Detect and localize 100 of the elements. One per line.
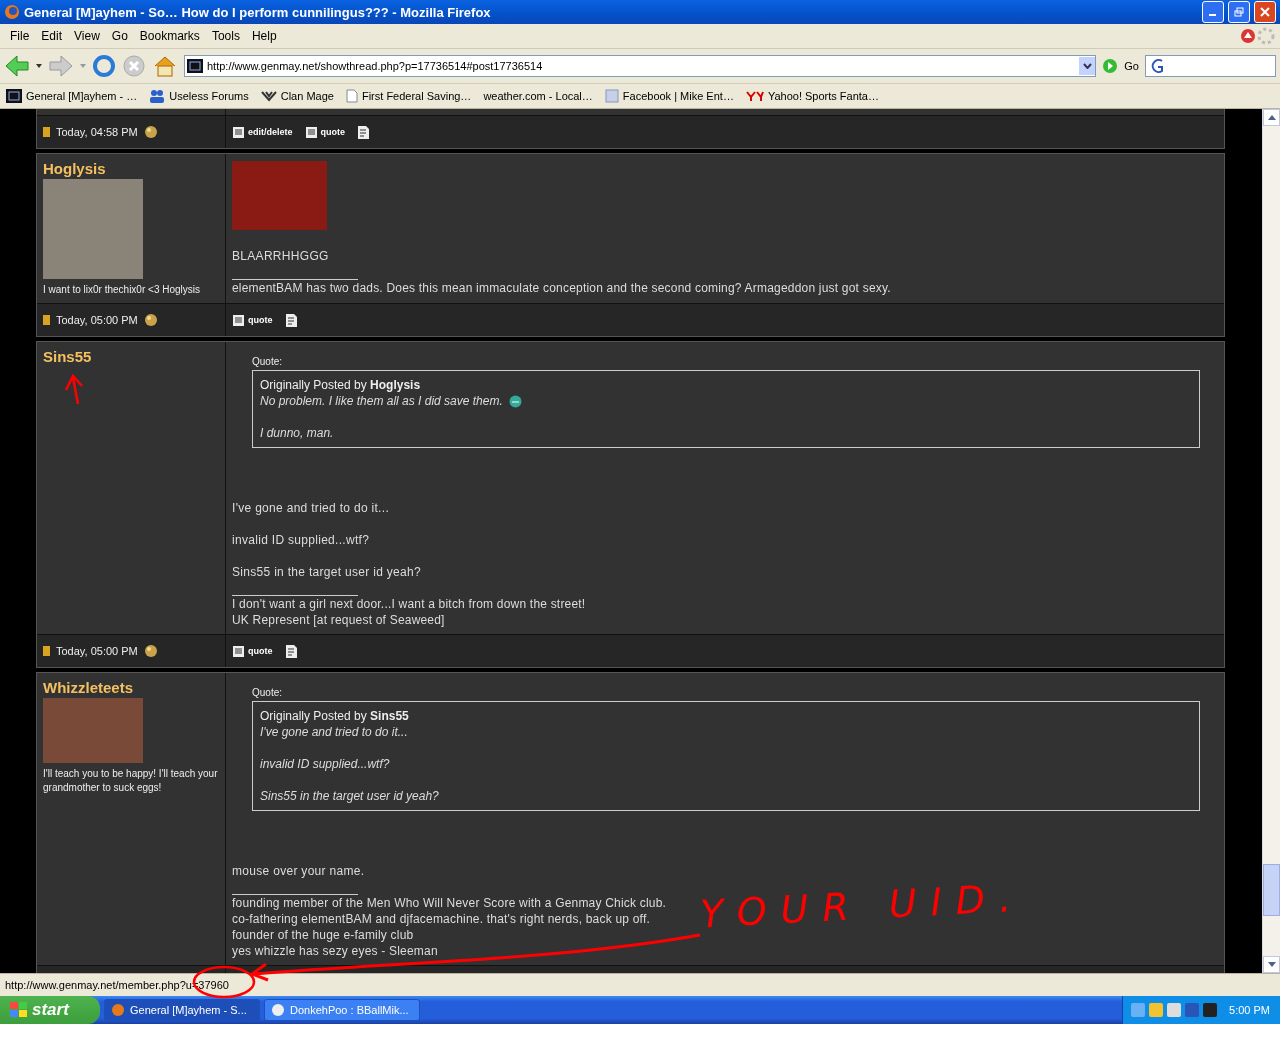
post-icon xyxy=(43,315,50,325)
bookmark-link[interactable]: Clan Mage xyxy=(280,90,334,102)
username-link[interactable]: Whizzleteets xyxy=(43,679,133,696)
quote-text: Sins55 in the target user id yeah? xyxy=(260,788,439,804)
username-link[interactable]: Hoglysis xyxy=(43,160,106,177)
post-action-link[interactable]: edit/delete xyxy=(232,125,293,139)
quote-text: invalid ID supplied...wtf? xyxy=(260,756,390,772)
ip-icon xyxy=(143,644,158,658)
tray-icon[interactable] xyxy=(1167,1003,1182,1017)
username-link[interactable]: Sins55 xyxy=(43,348,92,365)
restore-icon xyxy=(1234,7,1244,17)
close-button[interactable] xyxy=(1254,1,1276,23)
menu-item[interactable]: File xyxy=(4,29,36,43)
minimize-button[interactable] xyxy=(1202,1,1224,23)
window-title: General [M]ayhem - So… How do I perform cunnilingus??? - Mozilla Firefox xyxy=(24,4,492,20)
post-action-link[interactable]: quote xyxy=(304,125,345,139)
arrow-up-icon xyxy=(1267,115,1276,120)
site-icon[interactable] xyxy=(6,89,22,103)
yahoo-logo-icon[interactable] xyxy=(745,90,764,102)
restore-button[interactable] xyxy=(1228,1,1250,23)
menu-item[interactable]: Tools xyxy=(205,29,246,43)
user-title: I'll teach you to be happy! I'll teach your grandmother to suck eggs! xyxy=(43,767,219,795)
people-icon[interactable] xyxy=(149,89,166,103)
signature-text: co-fathering elementBAM and djfacemachine. that's right nerds, back up off. xyxy=(232,911,650,927)
quote-label: Quote: xyxy=(252,356,283,367)
post-date: Today, 05:00 PM xyxy=(56,314,138,326)
stop-button[interactable] xyxy=(122,54,146,78)
dropdown-button[interactable] xyxy=(1079,57,1096,75)
bookmark-link[interactable]: First Federal Saving… xyxy=(361,90,472,102)
post-text: I've gone and tried to do it... xyxy=(232,500,391,516)
bookmark-link[interactable]: Facebook | Mike Ent… xyxy=(622,90,734,102)
post-text: invalid ID supplied...wtf? xyxy=(232,532,371,548)
post-date: Today, 04:58 PM xyxy=(56,126,138,138)
scroll-up-button[interactable] xyxy=(1263,109,1280,126)
bookmark-link[interactable]: Yahoo! Sports Fanta… xyxy=(767,90,879,102)
back-button[interactable] xyxy=(4,54,30,78)
update-icon[interactable] xyxy=(1240,28,1256,44)
signature-text: elementBAM has two dads. Does this mean immaculate conception and the second coming? Armageddon just got sexy. xyxy=(232,280,891,296)
multi-quote-icon[interactable] xyxy=(284,643,299,659)
signature-text: founder of the huge e-family club xyxy=(232,927,414,943)
menu-item[interactable]: Go xyxy=(105,29,134,43)
page-icon[interactable] xyxy=(345,89,358,103)
go-icon[interactable] xyxy=(1102,58,1119,74)
ip-icon xyxy=(143,313,158,327)
scrollbar-thumb[interactable] xyxy=(1263,864,1280,916)
address-field[interactable]: http://www.genmay.net/showthread.php?p=17736514#post17736514 xyxy=(184,55,1097,77)
ip-icon xyxy=(143,125,158,139)
throbber-icon xyxy=(1256,26,1276,46)
menu-item[interactable]: View xyxy=(68,29,106,43)
page-icon xyxy=(304,125,319,139)
quote-author: Originally Posted by Sins55 xyxy=(260,708,410,724)
post-text: mouse over your name. xyxy=(232,863,365,879)
tray-icon[interactable] xyxy=(1149,1003,1164,1017)
clock: 5:00 PM xyxy=(1229,1004,1270,1016)
chevron-down-icon xyxy=(1082,63,1092,69)
quote-text: I dunno, man. xyxy=(260,425,334,441)
post-action-link[interactable]: quote xyxy=(232,644,273,658)
post-date: Today, 05:00 PM xyxy=(56,645,138,657)
app-icon xyxy=(111,1003,125,1017)
go-button[interactable]: Go xyxy=(1124,60,1139,72)
tray-icon[interactable] xyxy=(1203,1003,1218,1017)
quote-author: Originally Posted by Hoglysis xyxy=(260,377,422,393)
dropdown-icon[interactable] xyxy=(36,64,42,68)
bookmark-link[interactable]: Useless Forums xyxy=(169,90,249,102)
menu-item[interactable]: Edit xyxy=(35,29,69,43)
annotation-text: YOUR UID. xyxy=(699,875,1027,937)
multi-quote-icon[interactable] xyxy=(284,312,299,328)
reload-button[interactable] xyxy=(92,54,116,78)
quote-text: I've gone and tried to do it... xyxy=(260,724,408,740)
search-field[interactable] xyxy=(1145,55,1276,77)
mage-logo-icon[interactable] xyxy=(260,90,277,102)
tray-icon[interactable] xyxy=(1185,1003,1200,1017)
arrow-down-icon xyxy=(1267,962,1276,967)
signature-text: UK Represent [at request of Seaweed] xyxy=(232,612,445,628)
post-text: BLAARRHHGGG xyxy=(232,248,329,264)
windows-logo-icon xyxy=(10,1002,28,1018)
page-icon xyxy=(232,644,246,658)
quote-text: No problem. I like them all as I did save them. xyxy=(260,393,503,409)
firefox-logo-icon xyxy=(4,4,20,20)
annotation-arrow xyxy=(64,373,84,406)
quote-label: Quote: xyxy=(252,687,283,698)
home-button[interactable] xyxy=(152,54,178,78)
bookmark-link[interactable]: weather.com - Local… xyxy=(483,90,593,102)
smiley-icon xyxy=(508,394,522,408)
post-action-link[interactable]: quote xyxy=(232,313,273,327)
taskbar-button[interactable]: DonkehPoo : BBallMik... xyxy=(264,999,420,1021)
page-icon xyxy=(232,313,246,327)
close-icon xyxy=(1260,7,1270,17)
signature-text: I don't want a girl next door...I want a bitch from down the street! xyxy=(232,596,586,612)
user-title: I want to lix0r thechix0r <3 Hoglysis xyxy=(43,283,200,297)
app-icon xyxy=(271,1003,285,1017)
taskbar-button[interactable]: General [M]ayhem - S... xyxy=(104,999,260,1021)
bookmark-link[interactable]: General [M]ayhem - … xyxy=(26,90,138,102)
menu-item[interactable]: Bookmarks xyxy=(133,29,206,43)
post-icon xyxy=(43,646,50,656)
multi-quote-icon[interactable] xyxy=(357,124,371,140)
scroll-down-button[interactable] xyxy=(1263,956,1280,973)
forward-button[interactable] xyxy=(48,54,74,78)
site-icon xyxy=(187,59,203,73)
menu-item[interactable]: Help xyxy=(245,29,283,43)
